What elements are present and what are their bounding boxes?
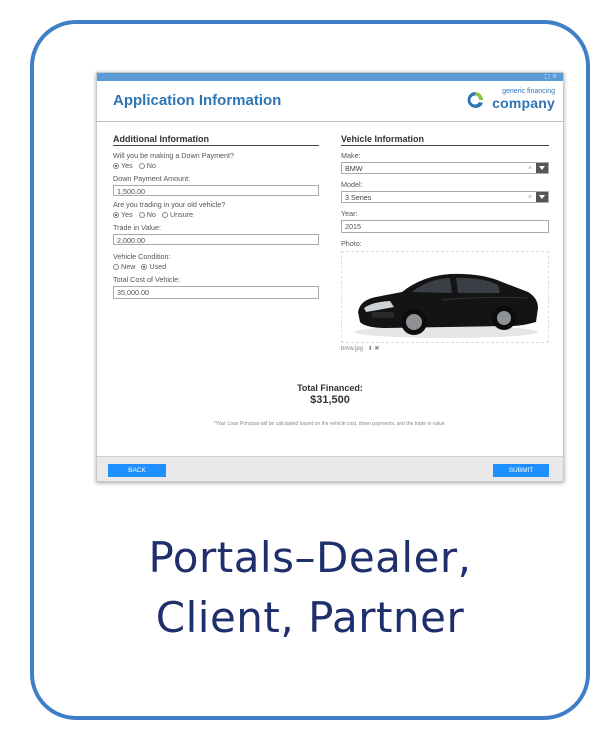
radio-icon[interactable] (113, 163, 119, 169)
model-select[interactable]: 3 Series × (341, 191, 549, 203)
car-image (354, 273, 538, 338)
trade-no[interactable]: No (138, 210, 156, 219)
caption-line-2: Client, Partner (155, 593, 465, 642)
company-logo: generic financing company (465, 88, 555, 111)
header-divider (97, 121, 563, 122)
photo-filename: bmw.jpg (341, 346, 364, 352)
download-delete-icons[interactable]: ⬇ ✖ (368, 346, 380, 352)
trade-question: Are you trading in your old vehicle? (113, 200, 226, 209)
radio-icon[interactable] (113, 264, 119, 270)
page-title: Application Information (113, 92, 282, 109)
caption-text: Portals–Dealer, Client, Partner (34, 528, 586, 648)
year-label: Year: (341, 209, 358, 218)
caption-line-1: Portals–Dealer, (148, 533, 472, 582)
trade-value-input[interactable]: 2,000.00 (113, 234, 319, 245)
radio-icon[interactable] (138, 212, 145, 218)
model-value: 3 Series (345, 193, 372, 202)
loan-note: *Your Loan Principal will be calculated … (213, 421, 447, 427)
section-title-additional: Additional Information (113, 134, 319, 146)
logo-text-big: company (492, 95, 555, 111)
back-button[interactable]: BACK (108, 464, 166, 477)
window-controls[interactable]: □ ✕ (544, 73, 557, 81)
condition-label: Vehicle Condition: (113, 252, 171, 261)
chevron-down-icon[interactable] (536, 192, 548, 202)
window-footer: BACK SUBMIT (97, 456, 563, 481)
photo-filename-row: bmw.jpg ⬇ ✖ (341, 345, 549, 352)
radio-icon[interactable] (161, 212, 168, 218)
section-title-vehicle: Vehicle Information (341, 134, 549, 146)
condition-radio-group: New Used (113, 262, 319, 271)
total-financed: Total Financed: $31,500 (97, 383, 563, 406)
chevron-down-icon[interactable] (536, 163, 548, 173)
application-window: □ ✕ Application Information generic fina… (96, 72, 564, 482)
radio-icon[interactable] (141, 264, 148, 270)
radio-icon[interactable] (138, 163, 145, 169)
total-cost-input[interactable]: 35,000.00 (113, 286, 319, 299)
trade-radio-group: Yes No Unsure (113, 210, 319, 219)
make-select[interactable]: BMW × (341, 162, 549, 174)
make-value: BMW (345, 164, 363, 173)
window-titlebar: □ ✕ (97, 73, 563, 81)
condition-used[interactable]: Used (141, 262, 166, 271)
condition-new[interactable]: New (113, 262, 135, 271)
photo-label: Photo: (341, 239, 362, 248)
trade-unsure[interactable]: Unsure (161, 210, 193, 219)
clear-icon[interactable]: × (528, 192, 532, 203)
down-payment-amount-input[interactable]: 1,500.00 (113, 185, 319, 196)
clear-icon[interactable]: × (528, 163, 532, 174)
year-input[interactable]: 2015 (341, 220, 549, 233)
trade-value-label: Trade in Value: (113, 223, 161, 232)
vehicle-info-section: Vehicle Information Make: BMW × Model: 3… (341, 134, 549, 352)
additional-info-section: Additional Information Will you be makin… (113, 134, 319, 299)
trade-yes[interactable]: Yes (113, 210, 133, 219)
total-cost-label: Total Cost of Vehicle: (113, 275, 181, 284)
logo-text-small: generic financing (502, 88, 555, 95)
vehicle-photo[interactable] (341, 251, 549, 343)
down-payment-question: Will you be making a Down Payment? (113, 151, 235, 160)
total-financed-value: $31,500 (310, 394, 350, 406)
radio-icon[interactable] (113, 212, 119, 218)
down-payment-amount-label: Down Payment Amount: (113, 174, 191, 183)
total-financed-label: Total Financed: (297, 383, 363, 393)
submit-button[interactable]: SUBMIT (493, 464, 549, 477)
logo-mark-icon (467, 92, 483, 108)
down-payment-yes[interactable]: Yes (113, 161, 133, 170)
make-label: Make: (341, 151, 361, 160)
model-label: Model: (341, 180, 363, 189)
down-payment-radio-group: Yes No (113, 161, 319, 170)
down-payment-no[interactable]: No (138, 161, 156, 170)
